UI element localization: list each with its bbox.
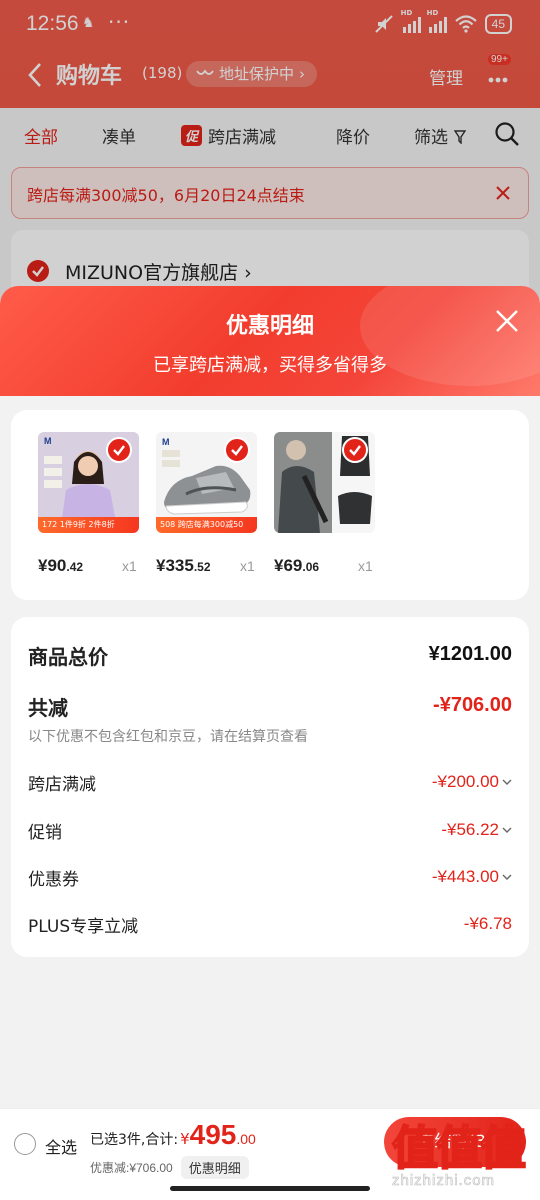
product-promo-tag: 508 跨店每满300减50	[156, 517, 257, 533]
select-all-checkbox[interactable]	[14, 1133, 36, 1155]
price-detail-card: 商品总价 ¥1201.00 共减 -¥706.00 以下优惠不包含红包和京豆，请…	[11, 617, 529, 957]
product-quantity: x1	[122, 558, 137, 574]
discount-detail-button[interactable]: 优惠明细	[180, 1156, 249, 1179]
selected-total: 已选3件,合计: ¥ 495 .00	[90, 1119, 256, 1151]
svg-text:M: M	[162, 437, 170, 447]
total-amount-dec: .00	[236, 1131, 256, 1147]
total-reduce-value: -¥706.00	[433, 694, 512, 716]
total-price-value: ¥1201.00	[428, 643, 512, 665]
chevron-down-icon	[502, 874, 512, 880]
check-icon[interactable]	[224, 437, 250, 463]
reduce-note: 以下优惠不包含红包和京豆，请在结算页查看	[28, 729, 308, 745]
watermark-url: zhizhizhi.com	[392, 1172, 496, 1190]
product-price: ¥335.52	[156, 556, 211, 575]
product-quantity: x1	[358, 558, 373, 574]
check-icon[interactable]	[106, 437, 132, 463]
sheet-title: 优惠明细	[225, 314, 314, 339]
cart-page-background: 12:56 ♞ ··· HD HD 45 购物车 (198) 地址保护中 › 管…	[0, 0, 540, 310]
home-indicator[interactable]	[170, 1186, 370, 1191]
total-amount-int: 495	[189, 1119, 237, 1150]
discount-value-promotion[interactable]: -¥56.22	[441, 820, 512, 840]
discount-detail-sheet: 优惠明细 已享跨店满减，买得多省得多 M 172 1件9折 2件8折 ¥90.4…	[0, 286, 540, 1200]
chevron-down-icon	[502, 779, 512, 785]
watermark-logo: 值值值	[391, 1120, 527, 1176]
saved-line: 优惠减:¥706.00 优惠明细	[90, 1156, 249, 1179]
check-icon[interactable]	[342, 437, 368, 463]
sheet-header: 优惠明细 已享跨店满减，买得多省得多	[0, 286, 540, 396]
product-price: ¥90.42	[38, 556, 84, 575]
chevron-down-icon	[502, 827, 512, 833]
discount-label-cross-store: 跨店满减	[28, 775, 96, 795]
discount-value-plus: -¥6.78	[463, 914, 512, 933]
saved-amount: 优惠减:¥706.00	[90, 1161, 173, 1175]
sheet-subtitle: 已享跨店满减，买得多省得多	[153, 355, 387, 376]
product-list-card: M 172 1件9折 2件8折 ¥90.42 x1 M 508 跨店每满300减…	[11, 410, 529, 600]
discount-label-promotion: 促销	[28, 823, 62, 843]
modal-dim-overlay[interactable]	[0, 0, 540, 300]
discount-value-cross-store[interactable]: -¥200.00	[432, 772, 512, 792]
select-all-label[interactable]: 全选	[45, 1134, 77, 1158]
discount-label-plus: PLUS专享立减	[28, 917, 139, 937]
discount-value-coupon[interactable]: -¥443.00	[432, 867, 512, 887]
selected-total-label: 已选3件,合计:	[90, 1132, 179, 1148]
product-quantity: x1	[240, 558, 255, 574]
currency-symbol: ¥	[180, 1130, 190, 1148]
discount-label-coupon: 优惠券	[28, 870, 79, 890]
total-reduce-label: 共减	[28, 696, 68, 720]
product-price: ¥69.06	[274, 556, 320, 575]
close-icon[interactable]	[494, 308, 520, 334]
total-price-label: 商品总价	[28, 645, 108, 669]
svg-text:M: M	[44, 436, 52, 446]
product-promo-tag: 172 1件9折 2件8折	[38, 517, 139, 533]
